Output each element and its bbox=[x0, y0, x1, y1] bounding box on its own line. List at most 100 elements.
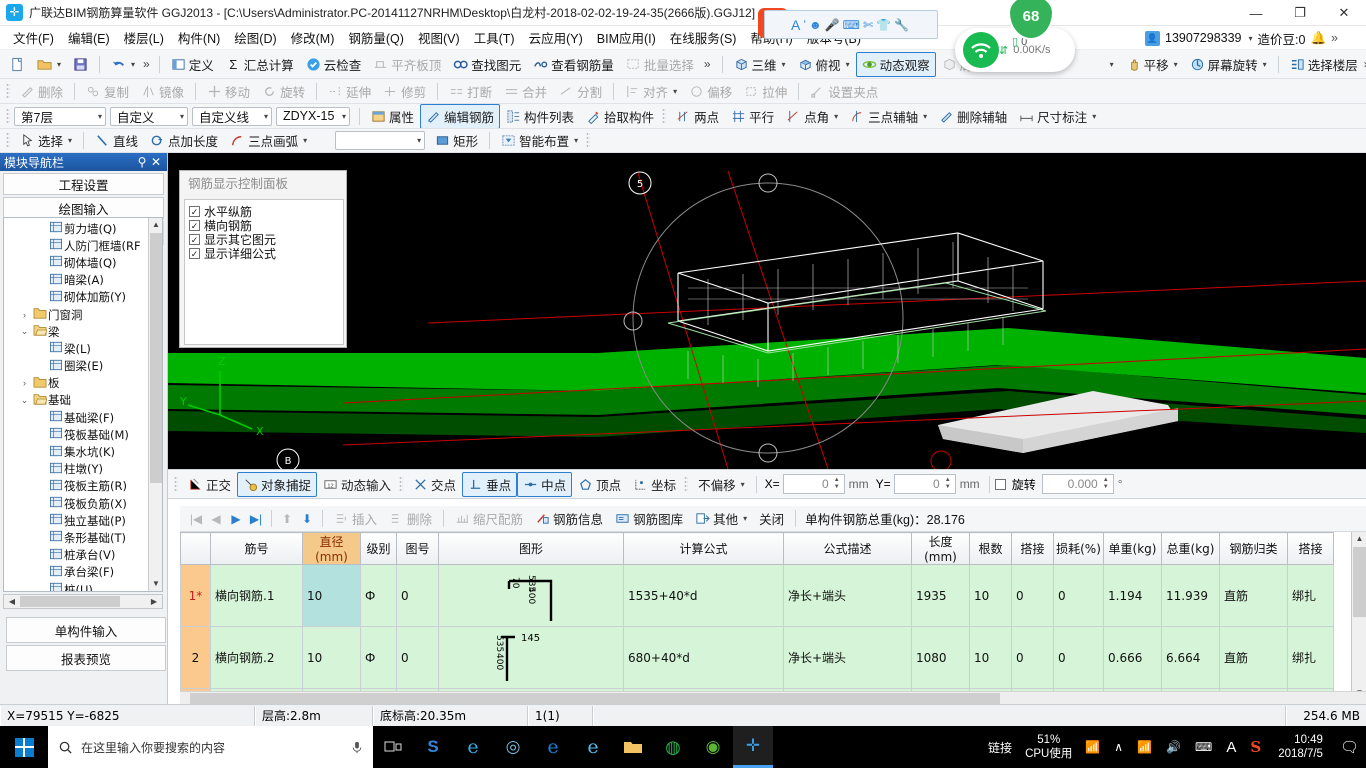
checkbox-horizontal-longitudinal[interactable]: ✓ 水平纵筋 bbox=[189, 205, 343, 219]
sogou-punct-icon[interactable]: ʼ bbox=[803, 18, 806, 32]
checkbox-show-detail-formula[interactable]: ✓ 显示详细公式 bbox=[189, 247, 343, 261]
screen-rotate-button[interactable]: 屏幕旋转 ▾ bbox=[1184, 52, 1273, 77]
cell-loss[interactable]: 0 bbox=[1053, 564, 1104, 627]
floor-combo[interactable]: 第7层 ▾ bbox=[14, 106, 106, 126]
overflow-chevron-icon[interactable]: » bbox=[1331, 31, 1338, 45]
type-combo[interactable]: 自定义线 ▾ bbox=[192, 106, 272, 126]
taskbar-ggj-icon[interactable]: ✛ bbox=[733, 726, 773, 768]
table-row[interactable]: 2 横向钢筋.2 10 Ф 0 535 400 145 680+40*d 净长+端头 1080 10 0… bbox=[180, 626, 1334, 689]
wifi-active-icon[interactable]: 📶 bbox=[1078, 740, 1107, 754]
tree-item[interactable]: 集水坑(K) bbox=[4, 443, 162, 460]
taskbar-folder-icon[interactable] bbox=[613, 726, 653, 768]
sogou-emoji-icon[interactable]: ☻ bbox=[809, 18, 822, 32]
tree-item[interactable]: ⌄ 基础 bbox=[4, 392, 162, 409]
y-coord-input[interactable]: 0 ▲ ▼ bbox=[893, 474, 956, 494]
grid-horizontal-scrollbar[interactable] bbox=[180, 691, 1366, 704]
two-point-axis-button[interactable]: 两点 bbox=[670, 104, 725, 128]
tree-item[interactable]: › 板 bbox=[4, 375, 162, 392]
sogou-voice-icon[interactable]: 🎤 bbox=[825, 18, 840, 32]
tree-horizontal-scrollbar[interactable]: ◀ ▶ bbox=[3, 594, 163, 609]
checkbox-show-other-elements[interactable]: ✓ 显示其它图元 bbox=[189, 233, 343, 247]
network-icon[interactable]: 📶 bbox=[1130, 740, 1159, 754]
menu-draw[interactable]: 绘图(D) bbox=[227, 26, 283, 49]
account-phone[interactable]: 13907298339 bbox=[1165, 31, 1241, 45]
delete-axis-button[interactable]: 删除辅轴 bbox=[933, 104, 1013, 128]
cell-grade[interactable]: Ф bbox=[360, 626, 397, 689]
toolbar1-group2-overflow-icon[interactable]: » bbox=[704, 57, 717, 71]
menu-modify[interactable]: 修改(M) bbox=[284, 26, 342, 49]
grid-scroll-thumb[interactable] bbox=[1353, 547, 1366, 617]
coordinate-snap-button[interactable]: 坐标 bbox=[627, 472, 682, 497]
taskbar-edge-icon[interactable]: e bbox=[533, 726, 573, 768]
extend-button[interactable]: 延伸 bbox=[322, 79, 377, 103]
ortho-toggle[interactable]: 正交 bbox=[182, 472, 237, 497]
checkbox-horizontal-longitudinal-box[interactable]: ✓ bbox=[189, 206, 200, 217]
cloud-check-button[interactable]: 云检查 bbox=[300, 52, 368, 77]
toolbar1-overflow-icon[interactable]: » bbox=[143, 57, 154, 71]
tree-hscroll-thumb[interactable] bbox=[20, 596, 120, 607]
merge-button[interactable]: 合并 bbox=[498, 79, 553, 103]
checkbox-transverse-rebar[interactable]: ✓ 横向钢筋 bbox=[189, 219, 343, 233]
rotate-spinner[interactable]: ▲ ▼ bbox=[1101, 477, 1111, 491]
batch-select-button[interactable]: 批量选择 bbox=[620, 52, 700, 77]
grid-scroll-up-icon[interactable]: ▲ bbox=[1352, 532, 1366, 546]
task-view-button[interactable] bbox=[373, 726, 413, 768]
rotate-input[interactable]: 0.000 ▲ ▼ bbox=[1041, 474, 1114, 494]
delete-button[interactable]: 删除 bbox=[14, 79, 69, 103]
cell-shape_no[interactable]: 0 bbox=[396, 626, 439, 689]
single-component-input-button[interactable]: 单构件输入 bbox=[6, 617, 166, 643]
keyboard-icon[interactable]: ⌨ bbox=[1188, 740, 1219, 754]
close-grid-button[interactable]: 关闭 bbox=[753, 506, 790, 531]
offset-mode-combo[interactable]: 不偏移 ▾ bbox=[692, 472, 751, 497]
tree-vertical-scrollbar[interactable]: ▲ ▼ bbox=[148, 218, 162, 591]
account-caret-icon[interactable]: ▾ bbox=[1249, 34, 1253, 43]
define-button[interactable]: 定义 bbox=[165, 52, 220, 77]
x-coord-input[interactable]: 0 ▲ ▼ bbox=[782, 474, 845, 494]
save-button[interactable] bbox=[67, 54, 94, 75]
3d-viewport[interactable]: 5 B Z Y X 钢筋显示控制面板 ✓ 水平纵筋 ✓ 横向钢筋 ✓ 显示其它图… bbox=[168, 153, 1366, 469]
cell-name[interactable]: 横向钢筋.1 bbox=[210, 564, 303, 627]
nav-first-button[interactable]: |◀ bbox=[186, 512, 206, 526]
tree-item[interactable]: 桩(U) bbox=[4, 581, 162, 591]
toolbar-gripper-3b[interactable] bbox=[662, 107, 667, 125]
menu-component[interactable]: 构件(N) bbox=[171, 26, 227, 49]
point-length-tool-button[interactable]: 点加长度 bbox=[144, 129, 224, 152]
tree-item[interactable]: 人防门框墙(RF bbox=[4, 237, 162, 254]
tray-expand-icon[interactable]: ∧ bbox=[1107, 740, 1130, 754]
taskbar-app-s-icon[interactable]: S bbox=[413, 726, 453, 768]
column-header[interactable]: 直径(mm) bbox=[302, 532, 361, 565]
cell-grade[interactable]: Ф bbox=[360, 564, 397, 627]
menu-tools[interactable]: 工具(T) bbox=[467, 26, 522, 49]
tree-expander-icon[interactable]: ⌄ bbox=[18, 395, 31, 406]
select-floor-button[interactable]: 选择楼层 bbox=[1284, 52, 1364, 77]
cell-count[interactable]: 10 bbox=[969, 626, 1012, 689]
tree-scroll-thumb[interactable] bbox=[150, 233, 162, 483]
column-header[interactable]: 单重(kg) bbox=[1103, 532, 1162, 565]
close-button[interactable]: ✕ bbox=[1322, 0, 1366, 26]
three-point-arc-button[interactable]: 三点画弧 ▾ bbox=[224, 129, 313, 152]
column-header[interactable]: 筋号 bbox=[210, 532, 303, 565]
cell-shape_no[interactable]: 0 bbox=[396, 564, 439, 627]
rebar-grid[interactable]: 筋号 直径(mm) 级别 图号 图形 计算公式 公式描述 长度(mm) 根数 搭接 损耗(%) 单重(… bbox=[180, 532, 1366, 700]
dock-close-icon[interactable]: ✕ bbox=[149, 155, 163, 169]
sogou-tools-icon[interactable]: 🔧 bbox=[894, 18, 909, 32]
tree-item[interactable]: 承台梁(F) bbox=[4, 564, 162, 581]
cell-lap[interactable]: 0 bbox=[1011, 626, 1054, 689]
select-tool-button[interactable]: 选择 ▾ bbox=[14, 129, 78, 152]
dimension-button[interactable]: 尺寸标注 ▾ bbox=[1013, 104, 1102, 128]
draw-extra-combo[interactable]: ▾ bbox=[335, 131, 426, 150]
midpoint-snap-button[interactable]: 中点 bbox=[517, 471, 573, 497]
cell-category[interactable]: 直筋 bbox=[1219, 564, 1288, 627]
minimize-button[interactable]: — bbox=[1234, 0, 1278, 26]
copy-button[interactable]: 复制 bbox=[80, 79, 135, 103]
column-header[interactable]: 级别 bbox=[360, 532, 397, 565]
volume-icon[interactable]: 🔊 bbox=[1159, 740, 1188, 754]
microphone-icon[interactable] bbox=[351, 740, 363, 755]
sogou-screenshot-icon[interactable]: ✄ bbox=[863, 18, 873, 32]
component-tree[interactable]: 剪力墙(Q) 人防门框墙(RF 砌体墙(Q) 暗梁(A) 砌体加筋(Y) › 门窗洞 ⌄ 梁梁(… bbox=[3, 217, 163, 592]
tree-item[interactable]: 砌体墙(Q) bbox=[4, 254, 162, 271]
column-header[interactable]: 损耗(%) bbox=[1053, 532, 1104, 565]
menu-online-service[interactable]: 在线服务(S) bbox=[663, 26, 744, 49]
checkbox-transverse-rebar-box[interactable]: ✓ bbox=[189, 220, 200, 231]
input-method-icon[interactable]: A bbox=[1219, 739, 1243, 756]
